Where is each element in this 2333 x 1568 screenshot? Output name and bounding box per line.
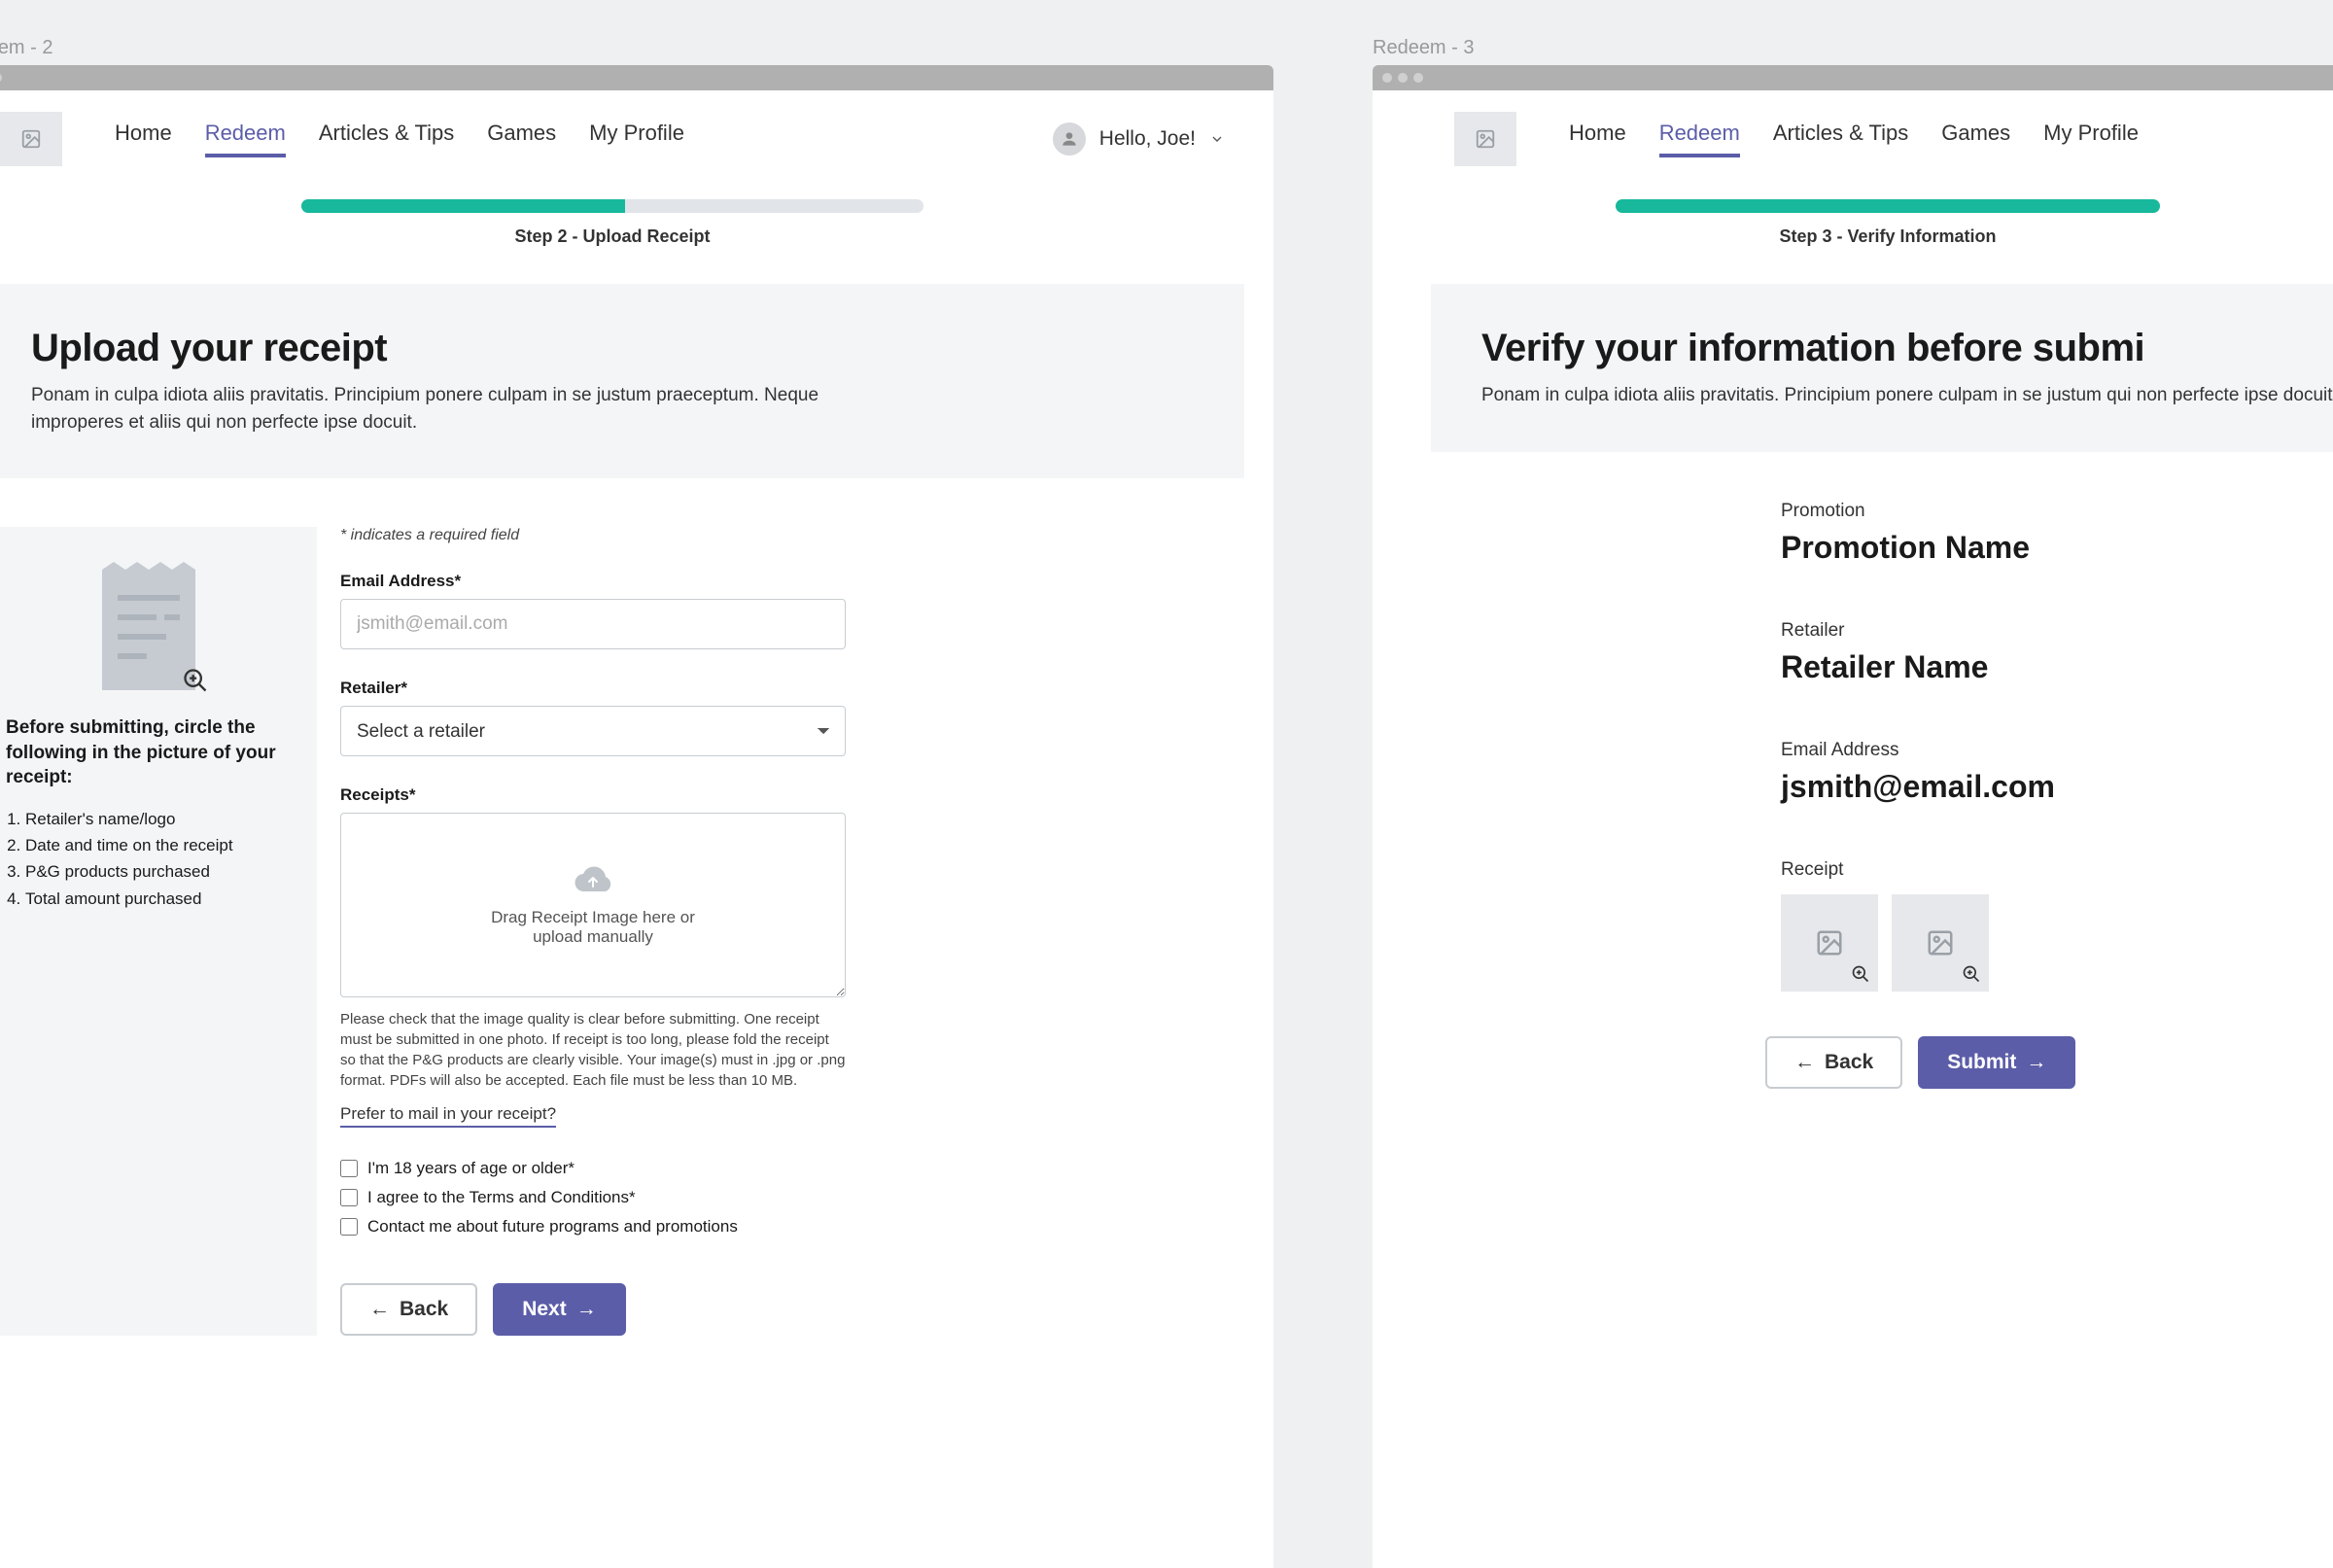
page-subtitle: Ponam in culpa idiota aliis pravitatis. … <box>1481 382 2333 409</box>
dropzone-text: Drag Receipt Image here or upload manual… <box>486 908 700 947</box>
nav-home[interactable]: Home <box>115 121 172 157</box>
brand-logo[interactable] <box>1454 112 1516 166</box>
required-note: * indicates a required field <box>340 527 846 544</box>
progress-step-label: Step 2 - Upload Receipt <box>0 226 1273 247</box>
frame-label: Redeem - 2 <box>0 37 1273 59</box>
tip-item: Retailer's name/logo <box>25 806 292 832</box>
cloud-upload-icon <box>571 863 615 898</box>
upload-form: * indicates a required field Email Addre… <box>340 527 846 1336</box>
top-nav: Home Redeem Articles & Tips Games My Pro… <box>0 90 1273 182</box>
email-field-summary: Email Address jsmith@email.com <box>1781 740 2333 805</box>
nav-profile[interactable]: My Profile <box>589 121 684 157</box>
receipt-thumbnail[interactable] <box>1892 894 1989 992</box>
promotion-field: Promotion Promotion Name <box>1781 501 2333 566</box>
page-subtitle: Ponam in culpa idiota aliis pravitatis. … <box>31 382 906 436</box>
frame-redeem-2: Redeem - 2 Home Redeem Articles & Tips G… <box>0 37 1273 1568</box>
retailer-field: Retailer Retailer Name <box>1781 620 2333 685</box>
zoom-in-icon <box>182 667 209 694</box>
page-title: Upload your receipt <box>31 327 1194 370</box>
nav-profile[interactable]: My Profile <box>2043 121 2139 157</box>
tips-list: Retailer's name/logo Date and time on th… <box>6 806 292 912</box>
back-button[interactable]: ← Back <box>1765 1036 1902 1089</box>
upload-fine-print: Please check that the image quality is c… <box>340 1009 846 1091</box>
contact-checkbox-label: Contact me about future programs and pro… <box>367 1217 738 1237</box>
window-titlebar <box>0 65 1273 90</box>
receipt-field: Receipt <box>1781 859 2333 992</box>
frame-label: Redeem - 3 <box>1373 37 2333 59</box>
terms-checkbox[interactable] <box>340 1189 358 1206</box>
retailer-label: Retailer* <box>340 679 846 698</box>
age-checkbox[interactable] <box>340 1160 358 1177</box>
receipt-dropzone[interactable]: Drag Receipt Image here or upload manual… <box>340 813 846 997</box>
age-checkbox-label: I'm 18 years of age or older* <box>367 1159 575 1178</box>
zoom-in-icon <box>1851 964 1870 984</box>
brand-logo[interactable] <box>0 112 62 166</box>
retailer-select[interactable]: Select a retailer <box>340 706 846 756</box>
progress-bar <box>301 199 923 213</box>
tip-item: Date and time on the receipt <box>25 832 292 858</box>
progress-fill <box>1616 199 2160 213</box>
nav-games[interactable]: Games <box>487 121 556 157</box>
arrow-right-icon: → <box>576 1298 597 1321</box>
image-placeholder-icon <box>1926 928 1955 958</box>
zoom-in-icon <box>1962 964 1981 984</box>
terms-checkbox-label: I agree to the Terms and Conditions* <box>367 1188 636 1207</box>
mail-receipt-link[interactable]: Prefer to mail in your receipt? <box>340 1104 556 1128</box>
receipt-tips-card: Before submitting, circle the following … <box>0 527 317 1336</box>
page-title: Verify your information before submi <box>1481 327 2333 370</box>
receipts-label: Receipts* <box>340 785 846 805</box>
nav-links: Home Redeem Articles & Tips Games My Pro… <box>115 121 684 157</box>
next-button[interactable]: Next → <box>493 1283 626 1336</box>
user-menu[interactable]: Hello, Joe! <box>1053 122 1225 156</box>
nav-redeem[interactable]: Redeem <box>205 121 286 157</box>
image-placeholder-icon <box>1475 128 1496 150</box>
frame-redeem-3: Redeem - 3 Home Redeem Articles & Tips G… <box>1373 37 2333 1568</box>
receipt-thumbnail[interactable] <box>1781 894 1878 992</box>
contact-checkbox[interactable] <box>340 1218 358 1236</box>
nav-redeem[interactable]: Redeem <box>1659 121 1740 157</box>
progress-bar <box>1616 199 2160 213</box>
arrow-left-icon: ← <box>369 1298 390 1321</box>
tip-item: P&G products purchased <box>25 858 292 885</box>
arrow-right-icon: → <box>2026 1051 2046 1074</box>
nav-articles[interactable]: Articles & Tips <box>319 121 454 157</box>
submit-button[interactable]: Submit → <box>1918 1036 2075 1089</box>
top-nav: Home Redeem Articles & Tips Games My Pro… <box>1373 90 2333 182</box>
progress-fill <box>301 199 625 213</box>
nav-games[interactable]: Games <box>1941 121 2010 157</box>
tips-heading: Before submitting, circle the following … <box>6 715 292 790</box>
receipt-icon <box>96 562 201 690</box>
chevron-down-icon <box>1209 131 1225 147</box>
user-greeting: Hello, Joe! <box>1099 127 1196 151</box>
email-label: Email Address* <box>340 572 846 591</box>
tip-item: Total amount purchased <box>25 886 292 912</box>
hero-panel: Verify your information before submi Pon… <box>1431 284 2333 452</box>
avatar-icon <box>1053 122 1086 156</box>
email-field[interactable] <box>340 599 846 649</box>
nav-links: Home Redeem Articles & Tips Games My Pro… <box>1569 121 2139 157</box>
hero-panel: Upload your receipt Ponam in culpa idiot… <box>0 284 1244 478</box>
window-titlebar <box>1373 65 2333 90</box>
progress-step-label: Step 3 - Verify Information <box>1373 226 2333 247</box>
nav-articles[interactable]: Articles & Tips <box>1773 121 1908 157</box>
nav-home[interactable]: Home <box>1569 121 1626 157</box>
arrow-left-icon: ← <box>1794 1051 1815 1074</box>
verify-summary: Promotion Promotion Name Retailer Retail… <box>1373 501 2333 992</box>
back-button[interactable]: ← Back <box>340 1283 477 1336</box>
image-placeholder-icon <box>1815 928 1844 958</box>
image-placeholder-icon <box>20 128 42 150</box>
